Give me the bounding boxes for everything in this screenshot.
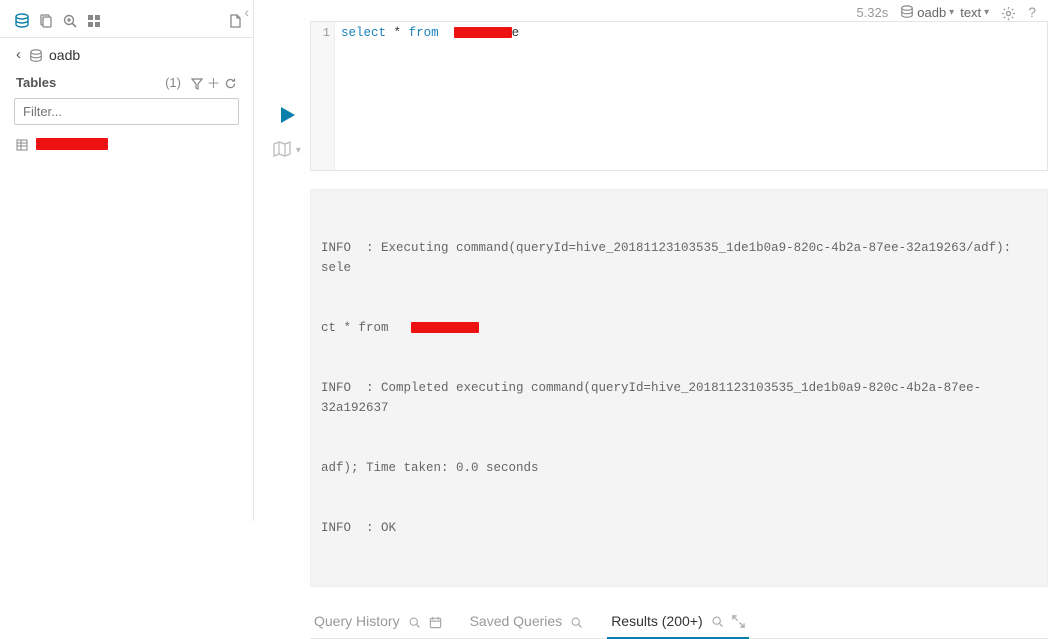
kw-from: from bbox=[409, 26, 439, 40]
table-item[interactable] bbox=[0, 133, 253, 155]
database-icon[interactable] bbox=[10, 12, 34, 29]
query-timing: 5.32s bbox=[856, 5, 888, 20]
log-line: INFO : Completed executing command(query… bbox=[321, 378, 1037, 418]
refresh-icon[interactable] bbox=[224, 75, 237, 90]
editor-gutter: 1 bbox=[311, 22, 335, 170]
plus-icon[interactable]: ＋ bbox=[207, 73, 220, 92]
format-label: text bbox=[960, 5, 981, 20]
caret-down-icon: ▾ bbox=[949, 7, 954, 18]
files-icon[interactable] bbox=[34, 12, 58, 29]
star: * bbox=[394, 26, 402, 40]
db-name[interactable]: oadb bbox=[49, 47, 80, 63]
top-bar: 5.32s oadb ▾ text ▾ ? bbox=[254, 0, 1048, 21]
log-panel: INFO : Executing command(queryId=hive_20… bbox=[310, 189, 1048, 587]
caret-down-icon: ▾ bbox=[984, 7, 989, 18]
search-icon[interactable] bbox=[711, 613, 724, 628]
help-icon[interactable]: ? bbox=[1028, 4, 1036, 20]
database-breadcrumb: ‹ oadb bbox=[0, 38, 253, 67]
editor-controls: ▾ bbox=[264, 21, 310, 158]
log-line: adf); Time taken: 0.0 seconds bbox=[321, 458, 1037, 478]
database-small-icon bbox=[29, 46, 43, 62]
main-area: 5.32s oadb ▾ text ▾ ? ▾ 1 bbox=[254, 0, 1048, 521]
tables-filter-input[interactable] bbox=[14, 98, 239, 125]
format-selector[interactable]: text ▾ bbox=[960, 5, 989, 20]
settings-gear-icon[interactable] bbox=[1001, 4, 1016, 21]
sidebar-collapse-handle[interactable]: ‹ bbox=[240, 4, 253, 20]
search-icon[interactable] bbox=[570, 614, 583, 629]
table-icon bbox=[16, 137, 28, 151]
tab-results[interactable]: Results (200+) bbox=[607, 605, 748, 639]
zoom-in-icon[interactable] bbox=[58, 12, 82, 29]
log-line: ct * from bbox=[321, 318, 1037, 338]
tab-label: Results (200+) bbox=[611, 613, 702, 629]
tab-saved-queries[interactable]: Saved Queries bbox=[466, 605, 588, 637]
expand-icon[interactable] bbox=[732, 613, 745, 628]
db-selector-label: oadb bbox=[917, 5, 946, 20]
tables-label: Tables bbox=[16, 75, 165, 90]
back-chevron-icon[interactable]: ‹ bbox=[16, 46, 21, 63]
editor-content[interactable]: select * from e bbox=[335, 22, 1047, 170]
search-icon[interactable] bbox=[408, 614, 421, 629]
kw-select: select bbox=[341, 26, 386, 40]
tab-label: Query History bbox=[314, 613, 400, 629]
redacted-text bbox=[411, 322, 479, 333]
redacted-text bbox=[454, 27, 512, 38]
apps-grid-icon[interactable] bbox=[82, 12, 106, 29]
sidebar: ‹ ‹ oadb Tables (1) ＋ bbox=[0, 0, 254, 521]
tables-count: (1) bbox=[165, 75, 181, 90]
tables-section-header: Tables (1) ＋ bbox=[0, 67, 253, 98]
sql-editor[interactable]: 1 select * from e bbox=[310, 21, 1048, 171]
log-line: INFO : Executing command(queryId=hive_20… bbox=[321, 238, 1037, 278]
db-selector[interactable]: oadb ▾ bbox=[900, 5, 954, 20]
sidebar-toolbar bbox=[0, 4, 253, 38]
tab-query-history[interactable]: Query History bbox=[310, 605, 446, 637]
filter-icon[interactable] bbox=[191, 75, 203, 90]
tab-label: Saved Queries bbox=[470, 613, 563, 629]
explain-map-icon[interactable]: ▾ bbox=[273, 140, 300, 158]
calendar-icon[interactable] bbox=[429, 614, 442, 629]
redacted-table-name bbox=[36, 138, 108, 150]
run-query-button[interactable] bbox=[277, 103, 297, 126]
results-tabs: Query History Saved Queries Results (200… bbox=[310, 605, 1048, 639]
editor-row: ▾ 1 select * from e bbox=[254, 21, 1048, 171]
line-number: 1 bbox=[311, 26, 330, 40]
